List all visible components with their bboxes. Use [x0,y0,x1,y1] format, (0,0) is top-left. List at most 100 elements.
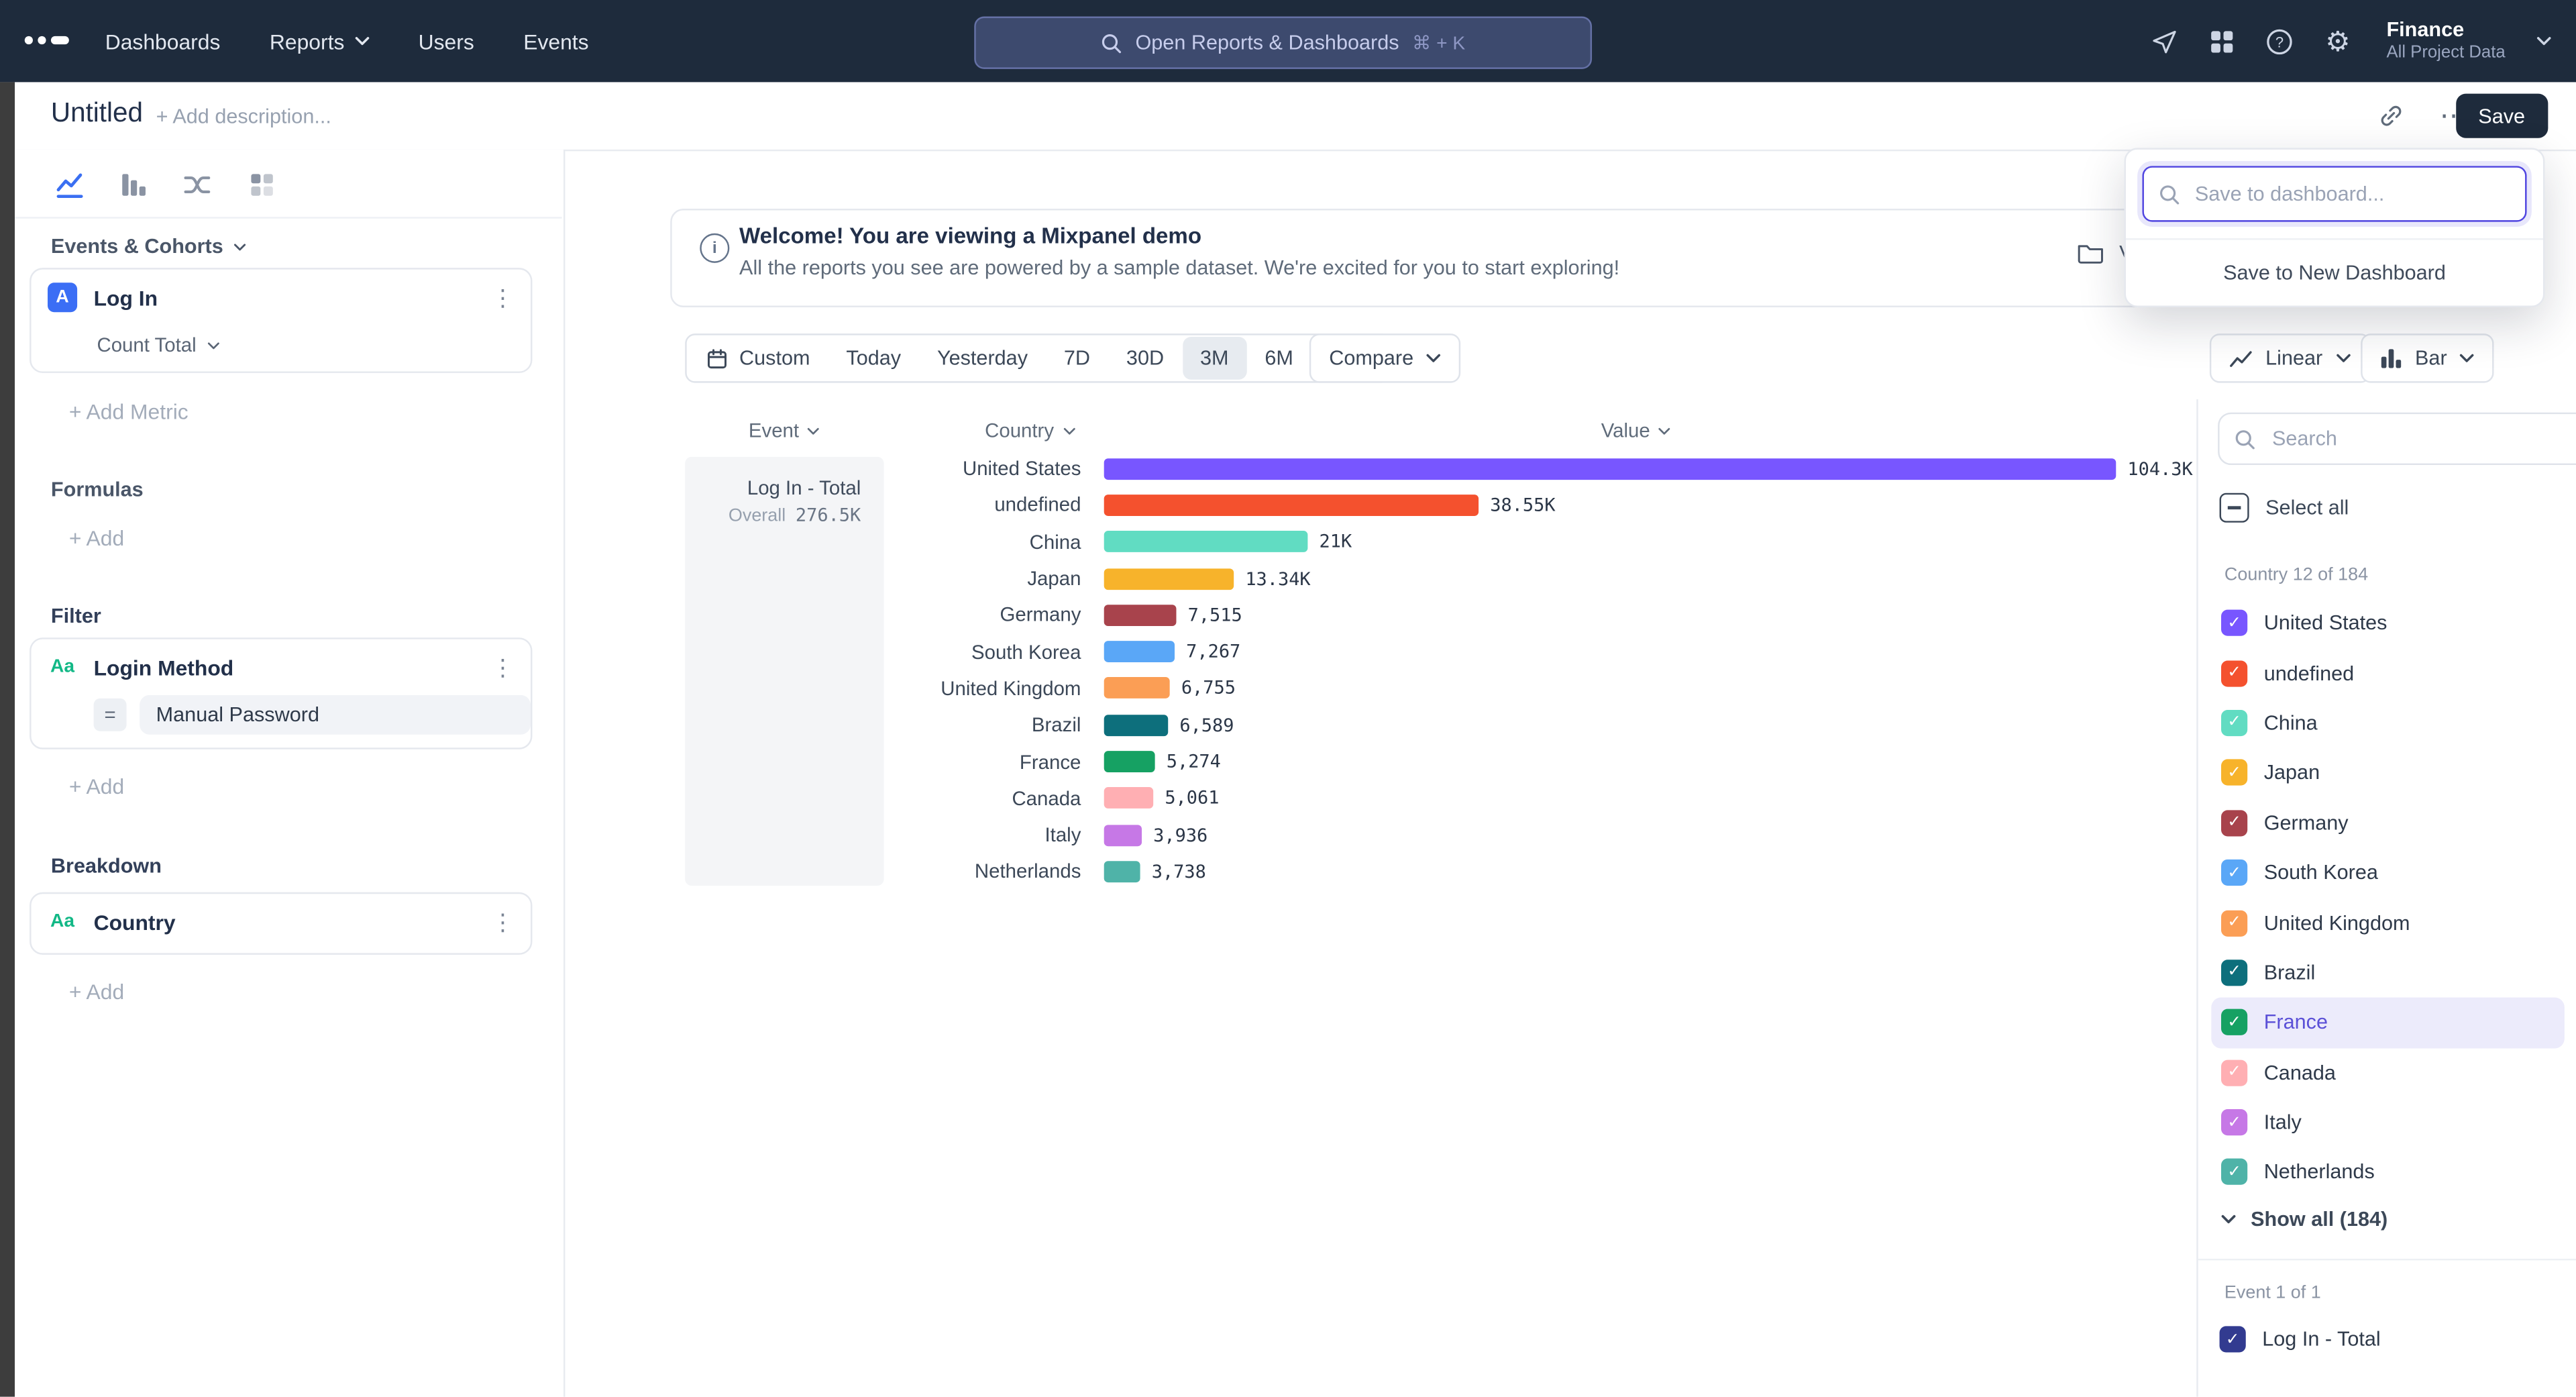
save-dashboard-search[interactable] [2142,166,2526,221]
country-checkbox[interactable]: ✓ [2221,810,2247,836]
filter-value[interactable]: Manual Password [140,695,531,735]
country-filter-row[interactable]: ✓Italy [2211,1098,2565,1147]
settings-gear-icon[interactable]: ⚙ [2325,27,2350,55]
country-filter-row[interactable]: ✓United States [2211,598,2565,648]
country-checkbox[interactable]: ✓ [2221,610,2247,636]
country-filter-row[interactable]: ✓South Korea [2211,848,2565,898]
help-icon[interactable]: ? [2266,27,2294,55]
bar[interactable] [1104,605,1177,626]
mixpanel-logo[interactable] [25,36,69,44]
country-filter-row[interactable]: ✓United Kingdom [2211,898,2565,947]
country-filter-row[interactable]: ✓Netherlands [2211,1147,2565,1197]
bar[interactable] [1104,751,1155,772]
copy-link-icon[interactable] [2379,103,2404,127]
country-checkbox[interactable]: ✓ [2221,1009,2247,1035]
apps-grid-icon[interactable] [2210,29,2235,54]
country-filter-row[interactable]: ✓undefined [2211,648,2565,698]
bar[interactable] [1104,788,1153,809]
country-filter-row[interactable]: ✓Germany [2211,798,2565,847]
bar[interactable] [1104,495,1479,516]
breakdown-property-name[interactable]: Country [94,910,475,935]
country-checkbox[interactable]: ✓ [2221,1059,2247,1086]
nav-dashboards[interactable]: Dashboards [105,29,221,54]
country-filter-row[interactable]: ✓Canada [2211,1047,2565,1097]
scale-selector[interactable]: Linear [2210,333,2370,382]
metric-card[interactable]: A Log In ⋮ Count Total [30,268,532,373]
kebab-menu-icon[interactable]: ⋮ [491,911,514,933]
country-filter-row[interactable]: ✓China [2211,698,2565,747]
country-checkbox[interactable]: ✓ [2221,660,2247,686]
project-switcher[interactable]: Finance All Project Data [2386,18,2505,64]
filter-search-input[interactable] [2269,425,2575,452]
country-checkbox[interactable]: ✓ [2221,1159,2247,1186]
global-search-button[interactable]: Open Reports & Dashboards ⌘ + K [974,16,1592,68]
country-checkbox[interactable]: ✓ [2221,910,2247,936]
filter-operator[interactable]: = [94,698,127,731]
select-all-row[interactable]: Select all [2220,493,2349,523]
send-feedback-icon[interactable] [2151,27,2180,55]
nav-users[interactable]: Users [419,29,474,54]
kebab-menu-icon[interactable]: ⋮ [491,656,514,678]
country-filter-row[interactable]: ✓Japan [2211,748,2565,798]
breakdown-card[interactable]: Aa Country ⋮ [30,892,532,955]
add-description[interactable]: + Add description... [156,105,331,128]
chart-type-selector[interactable]: Bar [2361,333,2494,382]
range-30d[interactable]: 30D [1108,337,1182,380]
save-to-new-dashboard[interactable]: Save to New Dashboard [2126,240,2543,306]
column-header-value[interactable]: Value [1479,419,1794,442]
bar[interactable] [1104,824,1142,845]
bar[interactable] [1104,531,1308,553]
country-checkbox[interactable]: ✓ [2221,860,2247,886]
kebab-menu-icon[interactable]: ⋮ [491,286,514,309]
range-custom[interactable]: Custom [688,337,828,380]
tab-flows-icon[interactable] [179,164,215,204]
tab-funnels-icon[interactable] [115,164,151,204]
column-header-event[interactable]: Event [685,419,883,442]
compare-button[interactable]: Compare [1309,333,1461,382]
range-6m[interactable]: 6M [1246,337,1311,380]
country-checkbox[interactable]: ✓ [2221,960,2247,986]
bar[interactable] [1104,568,1234,589]
bar[interactable] [1104,715,1169,736]
show-all-button[interactable]: Show all (184) [2221,1208,2387,1231]
chevron-down-icon[interactable] [2536,36,2551,46]
nav-reports[interactable]: Reports [270,29,369,54]
bar-category-label: South Korea [685,640,1081,663]
filter-property-name[interactable]: Login Method [94,655,475,680]
country-filter-row[interactable]: ✓ France [2211,998,2565,1047]
tab-insights-icon[interactable] [51,164,87,204]
info-icon: i [700,234,729,263]
save-dashboard-input[interactable] [2192,180,2510,207]
bar[interactable] [1104,861,1140,882]
country-checkbox[interactable]: ✓ [2221,1109,2247,1135]
save-button[interactable]: Save [2455,94,2548,138]
aggregation-selector[interactable]: Count Total [32,325,531,365]
country-checkbox[interactable]: ✓ [2221,710,2247,736]
country-filter-label: France [2264,1011,2328,1034]
report-title[interactable]: Untitled [51,99,143,130]
add-metric-button[interactable]: + Add Metric [69,399,189,424]
country-checkbox[interactable]: ✓ [2221,760,2247,786]
add-breakdown-button[interactable]: + Add [69,980,124,1004]
add-filter-button[interactable]: + Add [69,774,124,798]
nav-events[interactable]: Events [523,29,588,54]
add-formula-button[interactable]: + Add [69,526,124,551]
bar[interactable] [1104,458,2116,479]
range-7d[interactable]: 7D [1046,337,1108,380]
filter-search[interactable] [2218,413,2576,465]
select-all-checkbox[interactable] [2220,493,2249,523]
formulas-section-header: Formulas [51,478,144,501]
event-filter-row[interactable]: ✓ Log In - Total [2220,1326,2381,1352]
range-today[interactable]: Today [828,337,919,380]
bar[interactable] [1104,641,1175,662]
event-checkbox[interactable]: ✓ [2220,1326,2246,1352]
filter-card[interactable]: Aa Login Method ⋮ = Manual Password [30,637,532,749]
country-filter-row[interactable]: ✓Brazil [2211,947,2565,997]
tab-retention-icon[interactable] [243,164,279,204]
event-name[interactable]: Log In [94,285,475,310]
column-header-country[interactable]: Country [936,419,1124,442]
events-section-header[interactable]: Events & Cohorts [51,235,246,258]
range-3m[interactable]: 3M [1182,337,1246,380]
bar[interactable] [1104,678,1170,699]
range-yesterday[interactable]: Yesterday [919,337,1046,380]
